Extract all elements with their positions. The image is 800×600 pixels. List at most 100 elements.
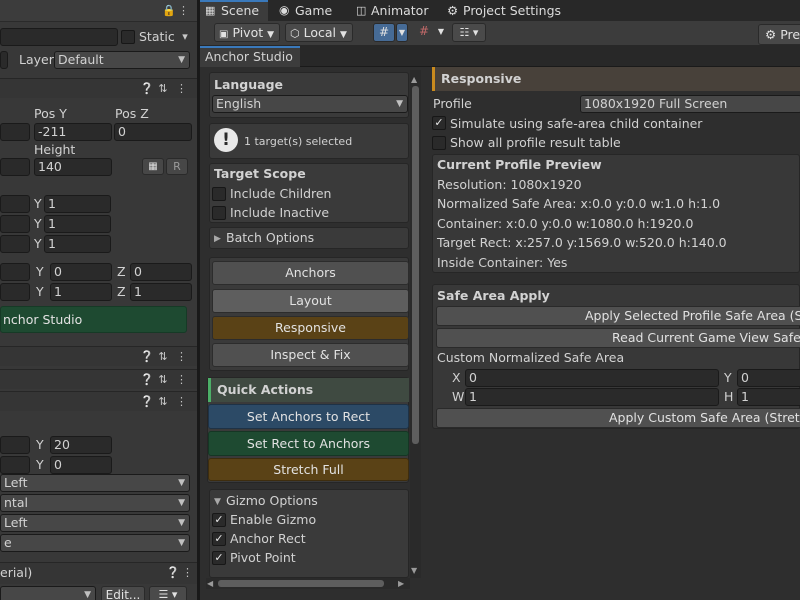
custom-x-field[interactable]: 0 bbox=[465, 369, 719, 387]
include-children-checkbox[interactable] bbox=[212, 187, 226, 201]
row-2-x-field[interactable] bbox=[0, 215, 30, 233]
tab-project-settings[interactable]: Project Settings bbox=[463, 0, 561, 21]
preset-icon[interactable]: ⇅ bbox=[157, 373, 169, 387]
alignment-dropdown-2[interactable]: ntal ▼ bbox=[0, 494, 190, 512]
local-dropdown[interactable]: ⬡ Local ▼ bbox=[285, 23, 353, 42]
grid-visibility-dropdown[interactable]: ▼ bbox=[435, 23, 447, 42]
alignment-dropdown-3[interactable]: Left ▼ bbox=[0, 514, 190, 532]
shader-options-button[interactable]: ☰ ▾ bbox=[149, 586, 187, 600]
scroll-left-icon[interactable]: ◀ bbox=[207, 576, 213, 592]
set-anchors-to-rect-button[interactable]: Set Anchors to Rect bbox=[208, 404, 409, 429]
custom-y-field[interactable]: 0 bbox=[737, 369, 800, 387]
row-4-z-field[interactable]: 0 bbox=[130, 263, 192, 281]
profile-dropdown[interactable]: 1080x1920 Full Screen bbox=[580, 95, 800, 113]
more-vert-icon[interactable]: ⋮ bbox=[182, 566, 193, 580]
alignment-dropdown-1[interactable]: Left ▼ bbox=[0, 474, 190, 492]
spacing-2-y-field[interactable]: 0 bbox=[50, 456, 112, 474]
stretch-full-button[interactable]: Stretch Full bbox=[208, 458, 409, 481]
height-field[interactable]: 140 bbox=[34, 158, 112, 176]
row-5-y-field[interactable]: 1 bbox=[50, 283, 112, 301]
row-4-x-field[interactable] bbox=[0, 263, 30, 281]
layer-dropdown[interactable]: Default ▼ bbox=[54, 51, 190, 69]
show-all-results-checkbox[interactable] bbox=[432, 136, 446, 150]
language-dropdown[interactable]: English ▼ bbox=[212, 95, 408, 113]
alignment-dropdown-4[interactable]: e ▼ bbox=[0, 534, 190, 552]
preset-icon[interactable]: ⇅ bbox=[157, 395, 169, 409]
pivot-point-checkbox[interactable]: ✓ bbox=[212, 551, 226, 565]
row-2-y-field[interactable]: 1 bbox=[44, 215, 111, 233]
language-value: English bbox=[216, 96, 262, 111]
static-checkbox[interactable] bbox=[121, 30, 135, 44]
simulate-safe-area-label: Simulate using safe-area child container bbox=[450, 116, 703, 131]
grid-visibility-button[interactable]: # bbox=[414, 23, 434, 42]
preset-icon[interactable]: ⇅ bbox=[157, 350, 169, 364]
open-anchor-studio-button[interactable]: nchor Studio bbox=[0, 306, 187, 333]
tag-dropdown[interactable] bbox=[0, 51, 8, 69]
lock-icon[interactable]: 🔒 bbox=[162, 4, 176, 18]
static-dropdown-icon[interactable]: ▾ bbox=[180, 30, 190, 44]
sidebar-vertical-scroll-thumb[interactable] bbox=[412, 86, 419, 444]
more-vert-icon[interactable]: ⋮ bbox=[176, 82, 187, 96]
help-icon[interactable]: ❔ bbox=[140, 395, 154, 409]
row-1-x-field[interactable] bbox=[0, 195, 30, 213]
more-vert-icon[interactable]: ⋮ bbox=[176, 373, 187, 387]
read-game-view-button[interactable]: Read Current Game View Safe Ar bbox=[436, 328, 800, 348]
custom-h-field[interactable]: 1 bbox=[737, 388, 800, 406]
gear-icon: ⚙ bbox=[765, 27, 777, 42]
preset-icon[interactable]: ⇅ bbox=[157, 82, 169, 96]
responsive-mode-button[interactable]: Responsive bbox=[212, 316, 409, 340]
include-inactive-checkbox[interactable] bbox=[212, 206, 226, 220]
scroll-right-icon[interactable]: ▶ bbox=[398, 576, 404, 592]
row-1-y-field[interactable]: 1 bbox=[44, 195, 111, 213]
raw-edit-button[interactable]: R bbox=[166, 158, 188, 175]
pivot-dropdown[interactable]: ▣ Pivot ▼ bbox=[214, 23, 280, 42]
enable-gizmo-checkbox[interactable]: ✓ bbox=[212, 513, 226, 527]
pos-y-field[interactable]: -211 bbox=[34, 123, 112, 141]
pos-x-field[interactable] bbox=[0, 123, 30, 141]
help-icon[interactable]: ❔ bbox=[140, 373, 154, 387]
spacing-1-y-field[interactable]: 20 bbox=[50, 436, 112, 454]
spacing-1-y-label: Y bbox=[36, 437, 44, 452]
sidebar-horizontal-scroll-thumb[interactable] bbox=[218, 580, 384, 587]
help-icon[interactable]: ❔ bbox=[166, 566, 180, 580]
set-rect-to-anchors-button[interactable]: Set Rect to Anchors bbox=[208, 431, 409, 456]
row-5-z-field[interactable]: 1 bbox=[130, 283, 192, 301]
apply-custom-safe-area-button[interactable]: Apply Custom Safe Area (Stretch I bbox=[436, 408, 800, 428]
scroll-down-icon[interactable]: ▼ bbox=[411, 563, 417, 579]
grid-snap-button[interactable]: # bbox=[373, 23, 395, 42]
more-vert-icon[interactable]: ⋮ bbox=[176, 350, 187, 364]
row-1-y-label: Y bbox=[34, 196, 42, 211]
pos-z-field[interactable]: 0 bbox=[114, 123, 192, 141]
chevron-down-icon: ▼ bbox=[178, 498, 185, 508]
row-5-x-field[interactable] bbox=[0, 283, 30, 301]
anchors-mode-button[interactable]: Anchors bbox=[212, 261, 409, 285]
more-vert-icon[interactable]: ⋮ bbox=[178, 4, 189, 18]
grid-snap-dropdown[interactable]: ▼ bbox=[396, 23, 408, 42]
row-3-x-field[interactable] bbox=[0, 235, 30, 253]
simulate-safe-area-checkbox[interactable]: ✓ bbox=[432, 116, 446, 130]
object-name-field[interactable] bbox=[0, 28, 118, 46]
more-vert-icon[interactable]: ⋮ bbox=[176, 395, 187, 409]
help-icon[interactable]: ❔ bbox=[140, 350, 154, 364]
spacing-1-x-field[interactable] bbox=[0, 436, 30, 454]
layout-mode-button[interactable]: Layout bbox=[212, 289, 409, 313]
row-4-z-label: Z bbox=[117, 264, 126, 279]
increment-snap-button[interactable]: ☷ ▾ bbox=[452, 23, 486, 42]
custom-w-field[interactable]: 1 bbox=[465, 388, 719, 406]
blueprint-mode-button[interactable]: ▦ bbox=[142, 158, 164, 175]
scene-tab-icon: ▦ bbox=[205, 4, 216, 17]
spacing-2-x-field[interactable] bbox=[0, 456, 30, 474]
tab-game[interactable]: Game bbox=[295, 0, 332, 21]
anchor-rect-checkbox[interactable]: ✓ bbox=[212, 532, 226, 546]
preview-button[interactable]: ⚙ Pre bbox=[758, 24, 800, 45]
apply-selected-profile-button[interactable]: Apply Selected Profile Safe Area (Stre bbox=[436, 306, 800, 326]
width-field[interactable] bbox=[0, 158, 30, 176]
tab-animator[interactable]: Animator bbox=[371, 0, 428, 21]
help-icon[interactable]: ❔ bbox=[140, 82, 154, 96]
edit-shader-button[interactable]: Edit... bbox=[101, 586, 145, 600]
row-3-y-field[interactable]: 1 bbox=[44, 235, 111, 253]
row-4-y-field[interactable]: 0 bbox=[50, 263, 112, 281]
shader-dropdown[interactable]: ▼ bbox=[0, 586, 96, 600]
inspect-fix-mode-button[interactable]: Inspect & Fix bbox=[212, 343, 409, 367]
pivot-icon: ▣ bbox=[219, 29, 229, 40]
